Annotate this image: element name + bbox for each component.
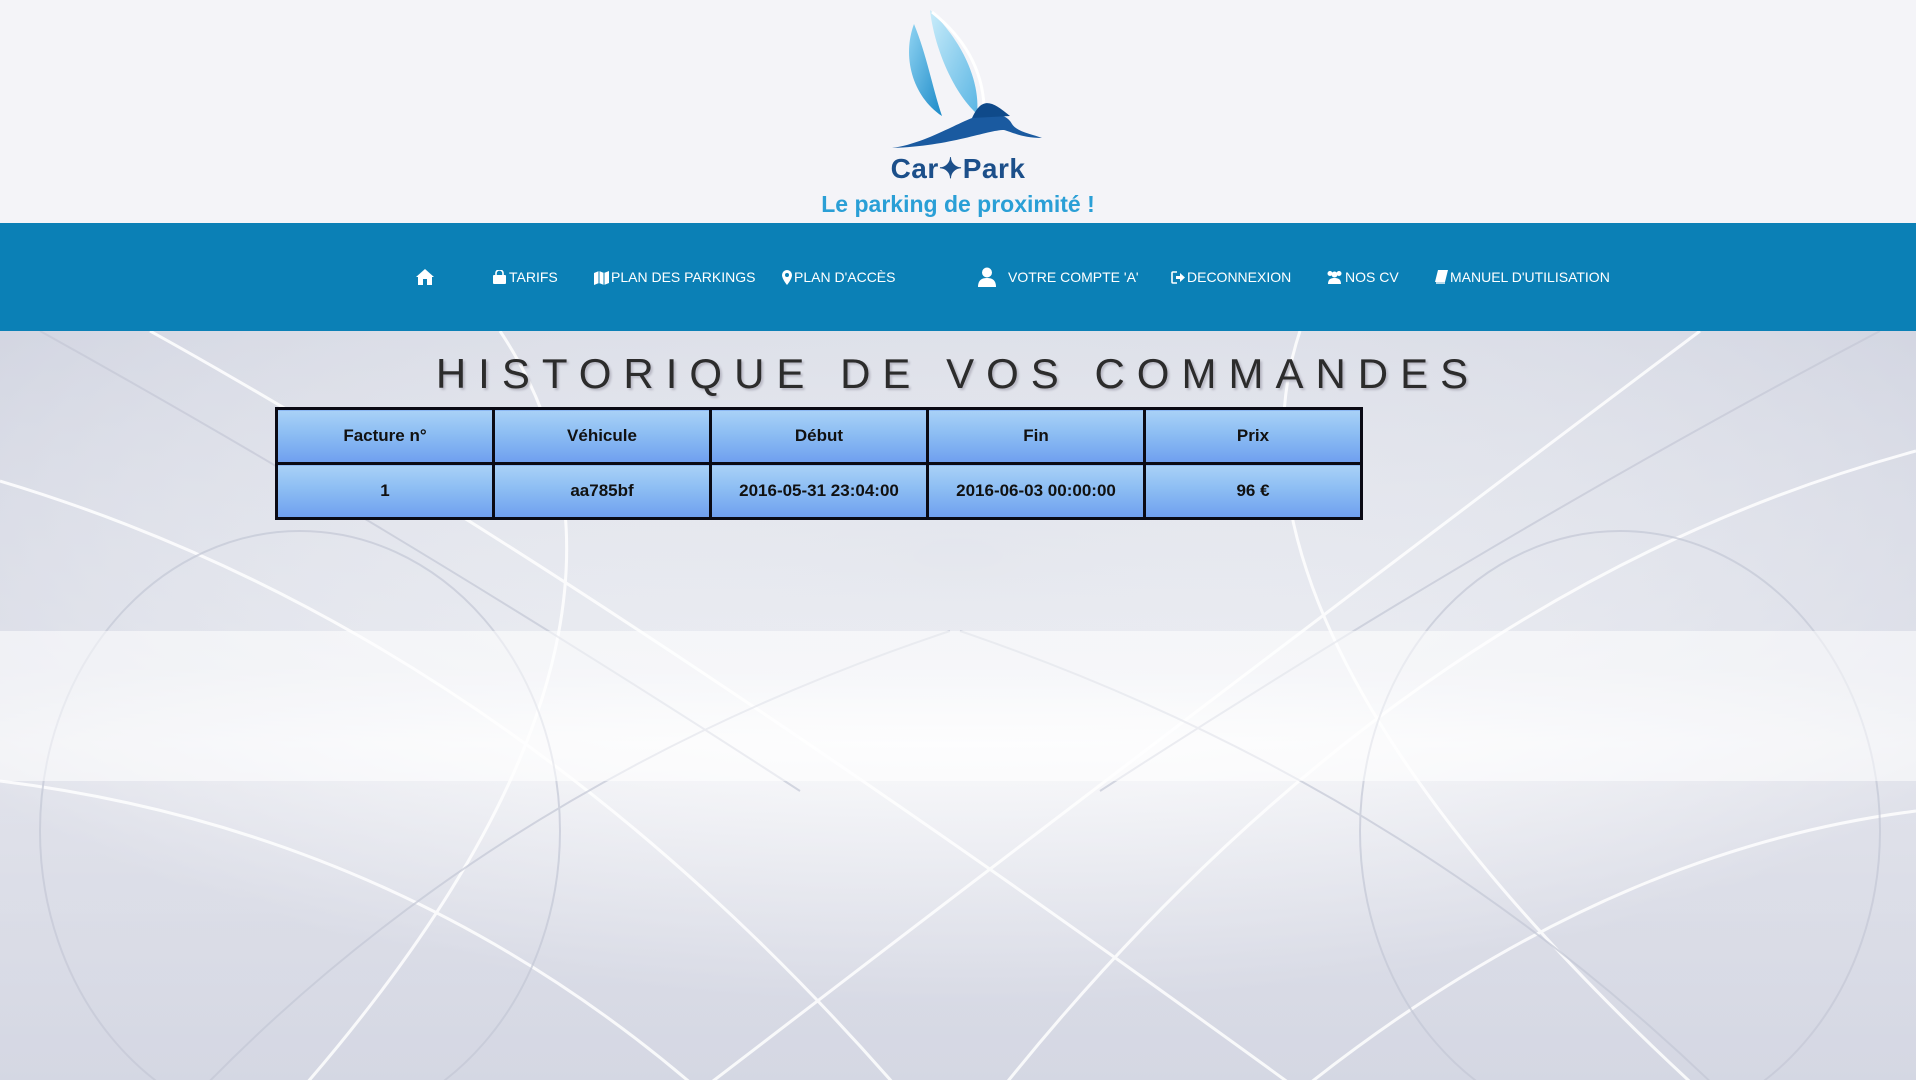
brand-name: Car✦Park: [890, 153, 1026, 184]
table-header-row: Facture n° Véhicule Début Fin Prix: [275, 407, 1363, 465]
cell-facture: 1: [275, 462, 495, 520]
nav-tarifs-label: TARIFS: [509, 269, 558, 285]
nav-deconnexion-label: DECONNEXION: [1187, 269, 1292, 285]
map-icon: [594, 270, 609, 285]
book-icon: [1435, 270, 1448, 284]
user-icon: [978, 267, 996, 287]
nav-manuel-label: MANUEL D'UTILISATION: [1450, 269, 1610, 285]
column-header-fin: Fin: [926, 407, 1146, 465]
column-header-debut: Début: [709, 407, 929, 465]
main-navbar: TARIFS PLAN DES PARKINGS PLAN D'ACCÈS VO…: [0, 223, 1916, 331]
nav-deconnexion[interactable]: DECONNEXION: [1171, 223, 1291, 331]
users-icon: [1327, 271, 1342, 284]
nav-manuel[interactable]: MANUEL D'UTILISATION: [1435, 223, 1610, 331]
nav-home[interactable]: [415, 223, 437, 331]
map-marker-icon: [782, 269, 792, 285]
bird-logo-icon: [892, 10, 1042, 148]
nav-nos-cv[interactable]: NOS CV: [1326, 223, 1399, 331]
column-header-vehicule: Véhicule: [492, 407, 712, 465]
logo[interactable]: Car✦Park Le parking de proximité !: [0, 0, 1916, 223]
nav-nos-cv-label: NOS CV: [1345, 269, 1399, 285]
cell-prix: 96 €: [1143, 462, 1363, 520]
site-header: Car✦Park Le parking de proximité !: [0, 0, 1916, 223]
nav-votre-compte[interactable]: VOTRE COMPTE 'A': [978, 223, 1139, 331]
shopping-bag-icon: [493, 269, 506, 284]
column-header-facture: Facture n°: [275, 407, 495, 465]
page-title: HISTORIQUE DE VOS COMMANDES: [435, 350, 1481, 397]
sign-out-icon: [1171, 270, 1185, 284]
cell-debut: 2016-05-31 23:04:00: [709, 462, 929, 520]
nav-votre-compte-label: VOTRE COMPTE 'A': [1008, 269, 1139, 285]
nav-tarifs[interactable]: TARIFS: [492, 223, 558, 331]
cell-fin: 2016-06-03 00:00:00: [926, 462, 1146, 520]
orders-table: Facture n° Véhicule Début Fin Prix 1 aa7…: [275, 407, 1363, 520]
table-row: 1 aa785bf 2016-05-31 23:04:00 2016-06-03…: [275, 462, 1363, 520]
brand-tagline: Le parking de proximité !: [821, 191, 1095, 217]
nav-plan-acces[interactable]: PLAN D'ACCÈS: [782, 223, 895, 331]
column-header-prix: Prix: [1143, 407, 1363, 465]
nav-plan-parkings-label: PLAN DES PARKINGS: [611, 269, 756, 285]
nav-plan-acces-label: PLAN D'ACCÈS: [794, 269, 896, 285]
cell-vehicule: aa785bf: [492, 462, 712, 520]
home-icon: [416, 269, 434, 285]
nav-plan-parkings[interactable]: PLAN DES PARKINGS: [594, 223, 755, 331]
